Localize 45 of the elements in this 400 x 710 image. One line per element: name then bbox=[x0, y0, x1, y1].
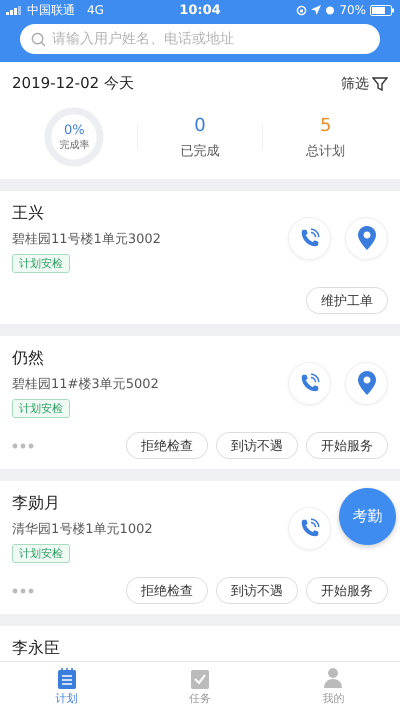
customer-address: 清华园1号楼1单元1002 bbox=[12, 521, 153, 538]
location-button[interactable] bbox=[345, 362, 388, 404]
action-button[interactable]: 拒绝检查 bbox=[126, 577, 208, 604]
carrier-name: 中国联通 bbox=[27, 2, 75, 18]
map-pin-icon bbox=[358, 371, 376, 395]
action-button[interactable]: 开始服务 bbox=[306, 577, 388, 604]
battery-percent: 70% bbox=[339, 3, 366, 17]
action-button[interactable]: 拒绝检查 bbox=[126, 432, 208, 459]
network-type: 4G bbox=[87, 3, 104, 17]
stat-label: 已完成 bbox=[180, 142, 220, 160]
plan-tag: 计划安检 bbox=[12, 544, 70, 563]
call-button[interactable] bbox=[288, 216, 331, 260]
stat-label: 总计划 bbox=[306, 142, 346, 160]
customer-address: 碧桂园11号楼1单元3002 bbox=[12, 231, 161, 248]
call-button[interactable] bbox=[288, 362, 331, 404]
action-button[interactable]: 开始服务 bbox=[306, 432, 388, 459]
search-field[interactable]: 请输入用户姓名、电话或地址 bbox=[20, 24, 380, 54]
customer-name: 王兴 bbox=[12, 203, 44, 224]
notepad-icon bbox=[56, 666, 77, 688]
location-arrow-icon bbox=[311, 5, 322, 15]
customer-name: 李勋月 bbox=[12, 493, 60, 514]
tab[interactable]: 计划 bbox=[0, 662, 134, 710]
filter-button[interactable]: 筛选 bbox=[341, 74, 388, 92]
customer-address: 碧桂园11#楼3单元5002 bbox=[12, 376, 159, 393]
plan-tag: 计划安检 bbox=[12, 399, 70, 418]
customer-name: 李永臣 bbox=[12, 638, 60, 659]
completion-rate: 0% bbox=[64, 122, 85, 138]
signal-icon bbox=[6, 6, 23, 14]
battery-icon bbox=[370, 4, 394, 16]
action-button[interactable]: 到访不遇 bbox=[216, 432, 298, 459]
customer-name: 仍然 bbox=[12, 348, 44, 369]
filter-icon bbox=[372, 76, 388, 92]
call-button[interactable] bbox=[288, 506, 331, 550]
map-pin-icon bbox=[358, 226, 376, 250]
completion-rate-label: 完成率 bbox=[59, 138, 90, 152]
person-icon bbox=[323, 666, 344, 688]
location-button[interactable] bbox=[345, 216, 388, 260]
plan-tag: 计划安检 bbox=[12, 254, 70, 273]
action-button[interactable]: 维护工单 bbox=[306, 287, 388, 314]
search-icon bbox=[31, 32, 46, 47]
stat-value: 0 bbox=[194, 114, 206, 136]
stat-value: 5 bbox=[320, 114, 332, 136]
clock-time: 10:04 bbox=[179, 2, 221, 18]
action-button[interactable]: 到访不遇 bbox=[216, 577, 298, 604]
date-label: 2019-12-02 今天 bbox=[12, 74, 134, 93]
